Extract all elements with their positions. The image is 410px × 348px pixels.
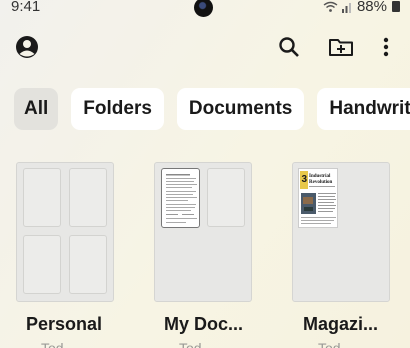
document-thumbnail xyxy=(161,168,200,228)
empty-slot xyxy=(207,168,245,227)
battery-icon xyxy=(392,1,400,12)
signal-icon xyxy=(341,2,351,13)
folder-tile-my-documents[interactable] xyxy=(154,162,252,302)
magazine-cover-art: 3 Industrial Revolution xyxy=(299,169,337,227)
document-text-lines xyxy=(166,174,197,223)
item-subtitle: Tod xyxy=(179,340,202,348)
battery-percent: 88% xyxy=(356,0,387,15)
search-button[interactable] xyxy=(275,33,303,61)
new-folder-button[interactable] xyxy=(327,33,355,61)
empty-slot xyxy=(69,168,107,227)
magazine-cover-thumbnail: 3 Industrial Revolution xyxy=(298,168,338,228)
item-name: Magazi... xyxy=(303,314,379,334)
app-bar xyxy=(0,28,410,68)
document-tile-magazine[interactable]: 3 Industrial Revolution xyxy=(292,162,390,302)
item-subtitle: Tod xyxy=(41,340,64,348)
more-options-button[interactable] xyxy=(372,33,400,61)
svg-text:Revolution: Revolution xyxy=(309,180,333,185)
filter-chip-all[interactable]: All xyxy=(14,88,59,130)
filter-chip-documents[interactable]: Documents xyxy=(176,88,305,130)
account-button[interactable] xyxy=(13,33,41,61)
new-folder-icon xyxy=(329,39,353,56)
item-name: Personal xyxy=(26,314,103,334)
status-time: 9:41 xyxy=(11,0,41,15)
more-vert-icon xyxy=(383,37,389,57)
item-subtitle: Tod xyxy=(318,340,341,348)
filter-chips: All Folders Documents Handwrit xyxy=(14,88,410,130)
search-icon xyxy=(279,37,299,57)
status-bar: 9:41 88% xyxy=(0,0,410,17)
svg-text:Industrial: Industrial xyxy=(309,174,331,179)
folder-tile-personal[interactable] xyxy=(16,162,114,302)
wifi-icon xyxy=(323,1,338,12)
empty-slot xyxy=(69,235,107,294)
magazine-number: 3 xyxy=(302,174,308,185)
filter-chip-folders[interactable]: Folders xyxy=(71,88,164,130)
status-right: 88% xyxy=(323,0,400,15)
account-icon xyxy=(16,36,38,58)
front-camera xyxy=(194,0,213,17)
empty-slot xyxy=(23,235,61,294)
empty-slot xyxy=(23,168,61,227)
filter-chip-handwriting[interactable]: Handwrit xyxy=(317,88,410,130)
item-name: My Doc... xyxy=(164,314,244,334)
